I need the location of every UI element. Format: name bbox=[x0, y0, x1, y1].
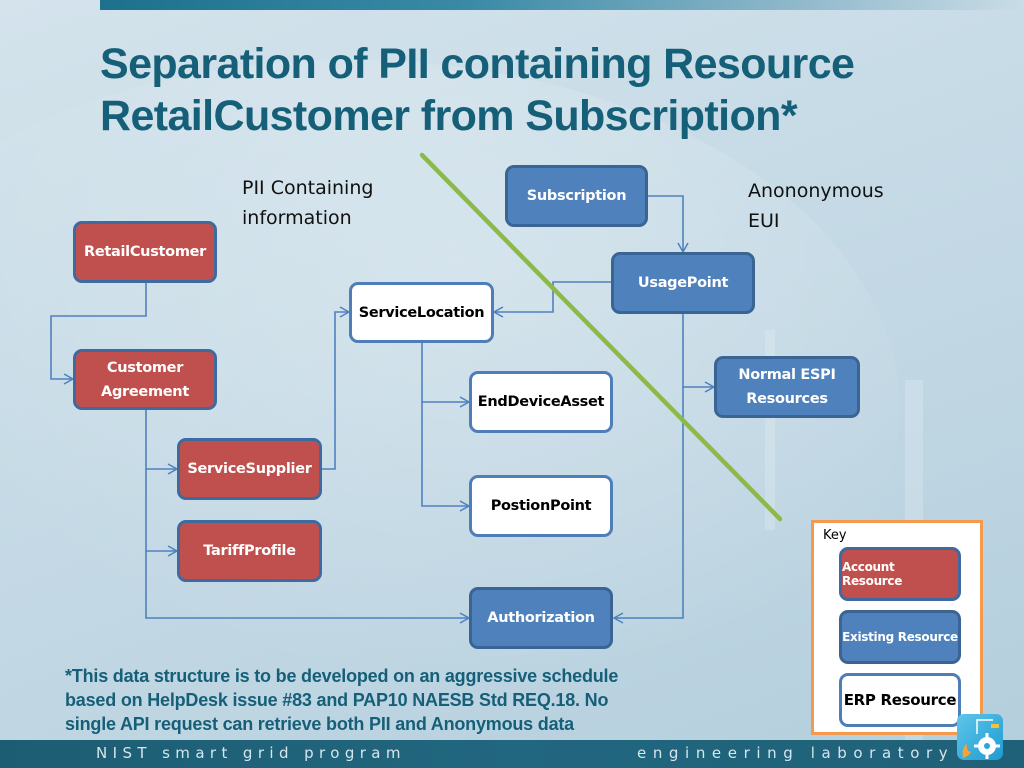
footnote-line-3: single API request can retrieve both PII… bbox=[65, 714, 574, 734]
title-line-2: RetailCustomer from Subscription* bbox=[100, 92, 798, 140]
legend-title: Key bbox=[823, 528, 847, 543]
node-label: ServiceSupplier bbox=[187, 461, 312, 477]
edge-servicesupplier-servicelocation bbox=[322, 306, 351, 470]
top-accent-bar bbox=[100, 0, 1024, 10]
footer-program-name: NIST smart grid program bbox=[96, 744, 406, 762]
node-label: Customer Agreement bbox=[101, 356, 189, 404]
legend-erp-resource: ERP Resource bbox=[839, 673, 961, 727]
edge-customeragreement-tariffprofile bbox=[145, 469, 179, 557]
legend-label: Existing Resource bbox=[842, 630, 958, 644]
node-label: TariffProfile bbox=[203, 543, 296, 559]
title-line-1: Separation of PII containing Resource bbox=[100, 40, 855, 88]
node-label: EndDeviceAsset bbox=[477, 394, 605, 410]
footnote-line-1: *This data structure is to be developed … bbox=[65, 666, 619, 686]
node-tariffprofile[interactable]: TariffProfile bbox=[177, 520, 322, 582]
node-retailcustomer[interactable]: RetailCustomer bbox=[73, 221, 217, 283]
legend-label: ERP Resource bbox=[843, 691, 957, 709]
node-label: Subscription bbox=[526, 188, 627, 204]
node-enddeviceasset[interactable]: EndDeviceAsset bbox=[469, 371, 613, 433]
node-servicelocation[interactable]: ServiceLocation bbox=[349, 282, 494, 343]
node-label-line-1: Normal ESPI bbox=[738, 367, 836, 383]
edge-usagepoint-normalespi bbox=[682, 313, 716, 393]
anon-label-line-2: EUI bbox=[748, 210, 780, 232]
node-label: PostionPoint bbox=[490, 498, 592, 514]
node-usagepoint[interactable]: UsagePoint bbox=[611, 252, 755, 314]
node-label: UsagePoint bbox=[637, 275, 729, 291]
anonymous-region-label: Anononymous EUI bbox=[748, 176, 884, 236]
node-label-line-2: Agreement bbox=[101, 383, 189, 400]
node-label-line-2: Resources bbox=[746, 391, 828, 407]
node-normalespiresources[interactable]: Normal ESPI Resources bbox=[714, 356, 860, 418]
edge-customeragreement-servicesupplier bbox=[145, 410, 179, 475]
node-label: Authorization bbox=[487, 610, 595, 626]
node-label: RetailCustomer bbox=[83, 244, 207, 260]
node-servicesupplier[interactable]: ServiceSupplier bbox=[177, 438, 322, 500]
legend-existing-resource: Existing Resource bbox=[839, 610, 961, 664]
edge-servicelocation-enddeviceasset bbox=[421, 342, 471, 408]
engineering-lab-logo-icon bbox=[957, 714, 1003, 760]
slide-title: Separation of PII containing Resource Re… bbox=[100, 38, 980, 142]
node-label-line-1: Customer bbox=[106, 359, 184, 376]
edge-usagepoint-authorization bbox=[612, 387, 684, 624]
legend-account-resource: Account Resource bbox=[839, 547, 961, 601]
edge-servicelocation-positionpoint bbox=[421, 402, 471, 512]
pii-region-label: PII Containing information bbox=[242, 173, 373, 233]
footer-lab-name: engineering laboratory bbox=[637, 744, 955, 762]
node-subscription[interactable]: Subscription bbox=[505, 165, 648, 227]
edge-subscription-usagepoint bbox=[647, 195, 689, 254]
node-authorization[interactable]: Authorization bbox=[469, 587, 613, 649]
node-label: Normal ESPI Resources bbox=[738, 363, 836, 411]
pii-label-line-1: PII Containing bbox=[242, 177, 374, 199]
edge-usagepoint-servicelocation bbox=[492, 281, 611, 318]
legend-key: Key Account Resource Existing Resource E… bbox=[811, 520, 983, 735]
footnote-line-2: based on HelpDesk issue #83 and PAP10 NA… bbox=[65, 690, 609, 710]
node-positionpoint[interactable]: PostionPoint bbox=[469, 475, 613, 537]
node-customeragreement[interactable]: Customer Agreement bbox=[73, 349, 217, 410]
legend-label: Account Resource bbox=[842, 560, 903, 588]
gear-crane-icon bbox=[962, 719, 1000, 759]
pii-label-line-2: information bbox=[242, 207, 352, 229]
anon-label-line-1: Anononymous bbox=[748, 180, 884, 202]
node-label: ServiceLocation bbox=[358, 304, 485, 321]
footnote: *This data structure is to be developed … bbox=[65, 664, 745, 736]
